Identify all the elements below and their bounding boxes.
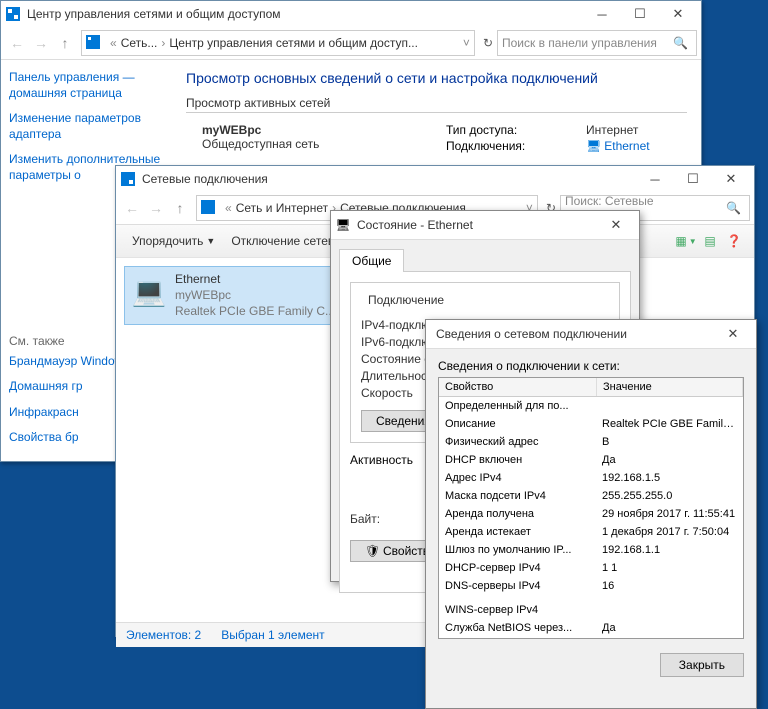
ethernet-icon: 🖥 xyxy=(335,217,351,233)
table-row[interactable]: Шлюз по умолчанию IP...192.168.1.1 xyxy=(439,541,743,559)
close-dialog-button[interactable]: Закрыть xyxy=(660,653,744,677)
close-button[interactable]: ✕ xyxy=(714,321,752,347)
view-icons-button[interactable]: ▦▼ xyxy=(674,229,698,253)
connection-group-label: Подключение xyxy=(365,293,447,307)
window-title: Сетевые подключения xyxy=(142,172,636,186)
refresh-icon[interactable]: ↻ xyxy=(483,36,493,50)
titlebar[interactable]: Центр управления сетями и общим доступом… xyxy=(1,1,701,27)
minimize-button[interactable]: ─ xyxy=(636,166,674,192)
minimize-button[interactable]: ─ xyxy=(583,1,621,27)
close-button[interactable]: ✕ xyxy=(659,1,697,27)
details-listview[interactable]: Свойство Значение Определенный для по...… xyxy=(438,377,744,639)
selected-count: Выбран 1 элемент xyxy=(221,628,324,642)
item-count: Элементов: 2 xyxy=(126,628,201,642)
column-property[interactable]: Свойство xyxy=(439,378,597,396)
table-row[interactable]: ОписаниеRealtek PCIe GBE Family Controll… xyxy=(439,415,743,433)
adapter-name: Ethernet xyxy=(175,271,335,287)
table-row[interactable]: Маска подсети IPv4255.255.255.0 xyxy=(439,487,743,505)
page-heading: Просмотр основных сведений о сети и наст… xyxy=(186,70,687,86)
ethernet-adapter-icon: 💻 xyxy=(129,271,169,311)
table-row[interactable]: DHCP включенДа xyxy=(439,451,743,469)
table-row[interactable]: DNS-серверы IPv4 16 xyxy=(439,577,743,595)
network-icon xyxy=(5,6,21,22)
column-value[interactable]: Значение xyxy=(597,378,743,396)
search-icon: 🔍 xyxy=(673,36,688,50)
network-icon xyxy=(120,171,136,187)
dialog-title: Сведения о сетевом подключении xyxy=(430,327,714,341)
subtitle: Сведения о подключении к сети: xyxy=(426,349,756,373)
organize-menu[interactable]: Упорядочить▼ xyxy=(124,230,223,252)
search-input[interactable]: Поиск в панели управления 🔍 xyxy=(497,30,697,56)
network-icon xyxy=(86,35,102,51)
active-networks-label: Просмотр активных сетей xyxy=(186,96,687,113)
titlebar[interactable]: Сетевые подключения ─ ☐ ✕ xyxy=(116,166,754,192)
table-row[interactable]: Аренда истекает1 декабря 2017 г. 7:50:04 xyxy=(439,523,743,541)
network-icon xyxy=(201,200,217,216)
address-bar[interactable]: «Сеть... ›Центр управления сетями и общи… xyxy=(81,30,475,56)
shield-icon: 🛡 xyxy=(365,544,379,558)
forward-button[interactable]: → xyxy=(29,31,53,55)
table-row[interactable]: Служба NetBIOS через...Да xyxy=(439,619,743,637)
table-row[interactable]: WINS-сервер IPv4 xyxy=(439,601,743,619)
control-panel-home-link[interactable]: Панель управления — домашняя страница xyxy=(9,70,164,101)
help-button[interactable]: ❓ xyxy=(722,229,746,253)
table-row[interactable]: DHCP-сервер IPv41 1 xyxy=(439,559,743,577)
up-button[interactable]: ↑ xyxy=(53,31,77,55)
connection-link[interactable]: Ethernet xyxy=(604,139,649,155)
back-button[interactable]: ← xyxy=(120,196,144,220)
list-item[interactable]: 💻 Ethernet myWEBpc Realtek PCIe GBE Fami… xyxy=(124,266,354,325)
window-title: Центр управления сетями и общим доступом xyxy=(27,7,583,21)
forward-button[interactable]: → xyxy=(144,196,168,220)
table-row[interactable]: Определенный для по... xyxy=(439,397,743,415)
table-row[interactable]: Физический адресB xyxy=(439,433,743,451)
tab-general[interactable]: Общие xyxy=(339,249,404,272)
titlebar[interactable]: Сведения о сетевом подключении ✕ xyxy=(426,320,756,349)
up-button[interactable]: ↑ xyxy=(168,196,192,220)
maximize-button[interactable]: ☐ xyxy=(621,1,659,27)
network-type: Общедоступная сеть xyxy=(186,137,446,151)
close-button[interactable]: ✕ xyxy=(712,166,750,192)
search-icon: 🔍 xyxy=(726,201,741,215)
table-row[interactable]: Адрес IPv4192.168.1.5 xyxy=(439,469,743,487)
adapter-settings-link[interactable]: Изменение параметров адаптера xyxy=(9,111,164,142)
maximize-button[interactable]: ☐ xyxy=(674,166,712,192)
back-button[interactable]: ← xyxy=(5,31,29,55)
network-name: myWEBpc xyxy=(186,123,446,137)
ethernet-icon: 🖥 xyxy=(586,139,601,155)
dialog-title: Состояние - Ethernet xyxy=(357,218,597,232)
close-button[interactable]: ✕ xyxy=(597,212,635,238)
details-dialog: Сведения о сетевом подключении ✕ Сведени… xyxy=(425,319,757,709)
table-row[interactable]: Аренда получена29 ноября 2017 г. 11:55:4… xyxy=(439,505,743,523)
titlebar[interactable]: 🖥 Состояние - Ethernet ✕ xyxy=(331,211,639,240)
table-row[interactable]: IPv6-адресfd 75 xyxy=(439,637,743,639)
view-details-button[interactable]: ▤ xyxy=(698,229,722,253)
toolbar: ← → ↑ «Сеть... ›Центр управления сетями … xyxy=(1,27,701,60)
